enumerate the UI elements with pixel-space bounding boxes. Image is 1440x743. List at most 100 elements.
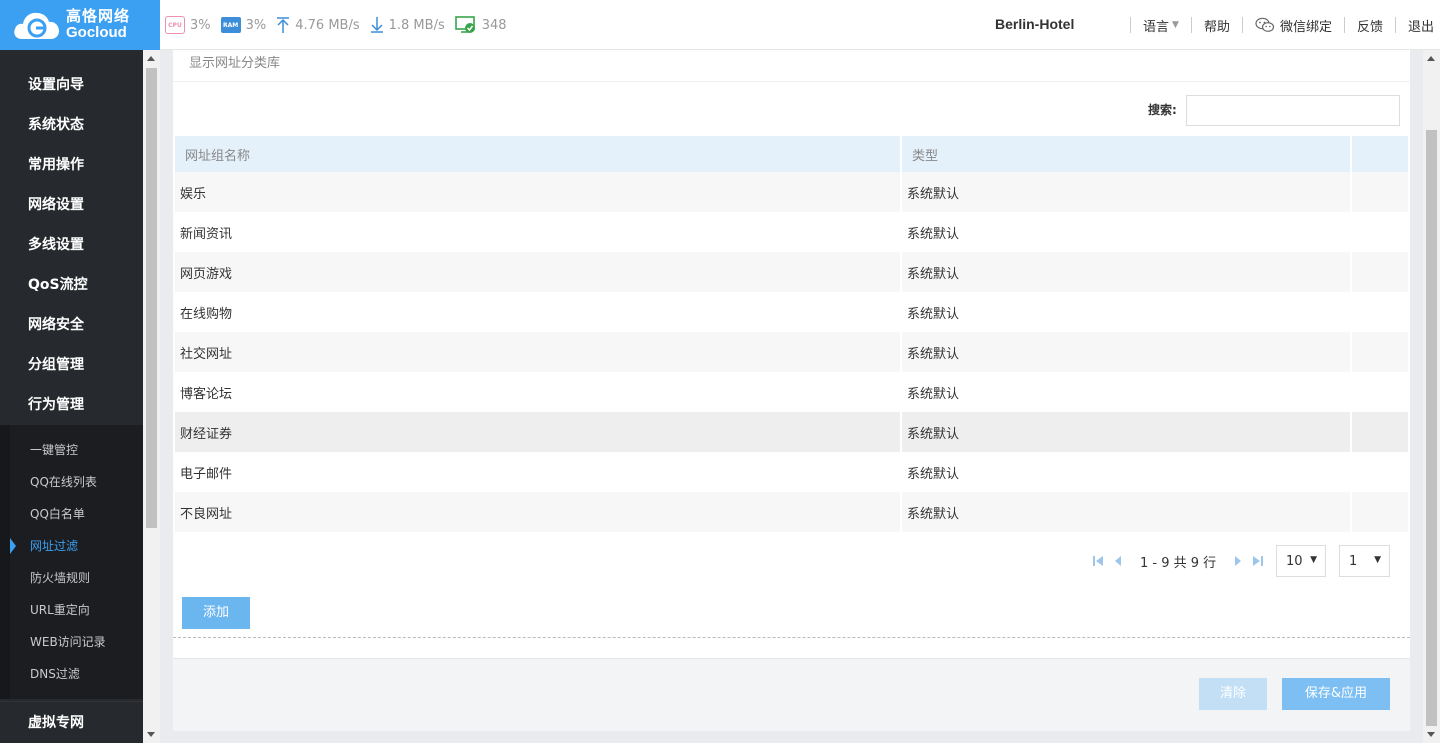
sidebar-item-multiline-settings[interactable]: 多线设置 (0, 225, 143, 265)
sidebar-item-network-security[interactable]: 网络安全 (0, 305, 143, 345)
page-number-value: 1 (1349, 553, 1358, 569)
system-stats: CPU 3% RAM 3% 4.76 MB/s 1.8 MB/s 348 (165, 0, 517, 50)
nav-separator (1190, 17, 1192, 33)
panel-title: 显示网址分类库 (189, 56, 281, 71)
next-page-icon[interactable] (1230, 553, 1246, 569)
pagination: 1 - 9 共 9 行 (1088, 545, 1268, 577)
upload-arrow-icon (276, 16, 290, 34)
sidebar-scrollbar[interactable] (143, 50, 160, 743)
nav-separator (1241, 17, 1243, 33)
sidebar-sub-dns-filter[interactable]: DNS过滤 (0, 658, 143, 690)
logout-link[interactable]: 退出 (1408, 16, 1434, 35)
save-apply-button[interactable]: 保存&应用 (1282, 678, 1390, 710)
main-scrollbar[interactable] (1423, 50, 1440, 743)
table-row[interactable]: 社交网址 系统默认 (175, 332, 1408, 372)
brand-logo[interactable]: 高恪网络 Gocloud (0, 0, 160, 50)
nav-separator (1394, 17, 1396, 33)
sidebar-item-qos[interactable]: QoS流控 (0, 265, 143, 305)
device-name: Berlin-Hotel (995, 16, 1075, 32)
wechat-bind-link[interactable]: 微信绑定 (1255, 16, 1332, 35)
table-row[interactable]: 博客论坛 系统默认 (175, 372, 1408, 412)
cell-group-name: 新闻资讯 (175, 212, 902, 252)
table-row[interactable]: 网页游戏 系统默认 (175, 252, 1408, 292)
first-page-icon[interactable] (1090, 553, 1106, 569)
brand-name-en: Gocloud (66, 24, 127, 41)
table-row[interactable]: 在线购物 系统默认 (175, 292, 1408, 332)
cell-group-name: 财经证券 (175, 412, 902, 452)
cell-group-name: 娱乐 (175, 172, 902, 212)
sidebar-item-vpn[interactable]: 虚拟专网 (0, 701, 143, 743)
column-header-actions (1351, 136, 1408, 172)
upload-value: 4.76 MB/s (295, 17, 360, 33)
cell-group-name: 在线购物 (175, 292, 902, 332)
cell-type: 系统默认 (901, 252, 1352, 292)
column-header-name[interactable]: 网址组名称 (175, 136, 902, 172)
search-label: 搜索: (1148, 103, 1177, 117)
page-info: 1 - 9 共 9 行 (1140, 555, 1217, 571)
clients-stat[interactable]: 348 (454, 16, 507, 34)
wechat-bind-label: 微信绑定 (1279, 19, 1332, 35)
caret-down-icon: ▼ (1172, 20, 1179, 30)
active-indicator-icon (10, 538, 16, 554)
cell-actions (1351, 212, 1408, 252)
table-row[interactable]: 新闻资讯 系统默认 (175, 212, 1408, 252)
download-arrow-icon (370, 16, 384, 34)
sidebar-item-group-management[interactable]: 分组管理 (0, 345, 143, 385)
sidebar-item-network-settings[interactable]: 网络设置 (0, 185, 143, 225)
cell-actions (1351, 172, 1408, 212)
add-button[interactable]: 添加 (182, 597, 250, 629)
wechat-icon (1255, 17, 1275, 33)
ram-stat: RAM 3% (220, 17, 267, 33)
scroll-down-icon[interactable] (1427, 732, 1435, 737)
table-row[interactable]: 娱乐 系统默认 (175, 172, 1408, 212)
table-row[interactable]: 财经证券 系统默认 (175, 412, 1408, 452)
cpu-value: 3% (190, 17, 211, 33)
sidebar-sub-web-access-log[interactable]: WEB访问记录 (0, 626, 143, 658)
help-link[interactable]: 帮助 (1204, 16, 1230, 35)
sidebar-sub-qq-online-list[interactable]: QQ在线列表 (0, 466, 143, 498)
cell-type: 系统默认 (901, 292, 1352, 332)
scrollbar-thumb[interactable] (146, 68, 157, 528)
scrollbar-thumb[interactable] (1426, 130, 1437, 726)
sidebar-item-behavior-management[interactable]: 行为管理 (0, 385, 143, 425)
search-input[interactable] (1186, 95, 1400, 126)
sidebar-sub-url-redirect[interactable]: URL重定向 (0, 594, 143, 626)
table-row[interactable]: 不良网址 系统默认 (175, 492, 1408, 532)
feedback-link[interactable]: 反馈 (1357, 16, 1383, 35)
cell-actions (1351, 292, 1408, 332)
url-group-table: 网址组名称 类型 娱乐 系统默认 新闻资讯 系统默认 网页游戏 系统默认 在线购… (175, 136, 1408, 532)
sidebar-item-setup-wizard[interactable]: 设置向导 (0, 65, 143, 105)
divider (173, 81, 1410, 82)
cell-type: 系统默认 (901, 412, 1352, 452)
sidebar-item-system-status[interactable]: 系统状态 (0, 105, 143, 145)
clear-button[interactable]: 清除 (1199, 678, 1267, 710)
cell-type: 系统默认 (901, 332, 1352, 372)
table-row[interactable]: 电子邮件 系统默认 (175, 452, 1408, 492)
last-page-icon[interactable] (1250, 553, 1266, 569)
page-size-select[interactable]: 10 ▼ (1276, 545, 1326, 577)
language-menu[interactable]: 语言 ▼ (1143, 16, 1179, 35)
upload-stat: 4.76 MB/s (276, 16, 360, 34)
scroll-up-icon[interactable] (1427, 56, 1435, 61)
cell-group-name: 博客论坛 (175, 372, 902, 412)
sidebar-sub-firewall-rules[interactable]: 防火墙规则 (0, 562, 143, 594)
nav-separator (1130, 17, 1131, 33)
ram-value: 3% (245, 17, 267, 33)
page-number-select[interactable]: 1 ▼ (1339, 545, 1390, 577)
cloud-logo-icon (12, 7, 62, 43)
scroll-down-icon[interactable] (147, 732, 155, 737)
download-value: 1.8 MB/s (388, 17, 445, 33)
column-header-type[interactable]: 类型 (901, 136, 1352, 172)
top-nav: 语言 ▼ 帮助 微信绑定 反馈 退出 (1118, 0, 1434, 50)
sidebar-sub-url-filter[interactable]: 网址过滤 (0, 530, 143, 562)
cell-actions (1351, 252, 1408, 292)
cell-actions (1351, 492, 1408, 532)
scroll-up-icon[interactable] (147, 56, 155, 61)
sidebar-item-common-operations[interactable]: 常用操作 (0, 145, 143, 185)
cell-actions (1351, 452, 1408, 492)
dashed-divider (173, 637, 1410, 638)
sidebar-sub-one-key-control[interactable]: 一键管控 (0, 434, 143, 466)
prev-page-icon[interactable] (1110, 553, 1126, 569)
table-header-row: 网址组名称 类型 (175, 136, 1408, 172)
sidebar-sub-qq-whitelist[interactable]: QQ白名单 (0, 498, 143, 530)
